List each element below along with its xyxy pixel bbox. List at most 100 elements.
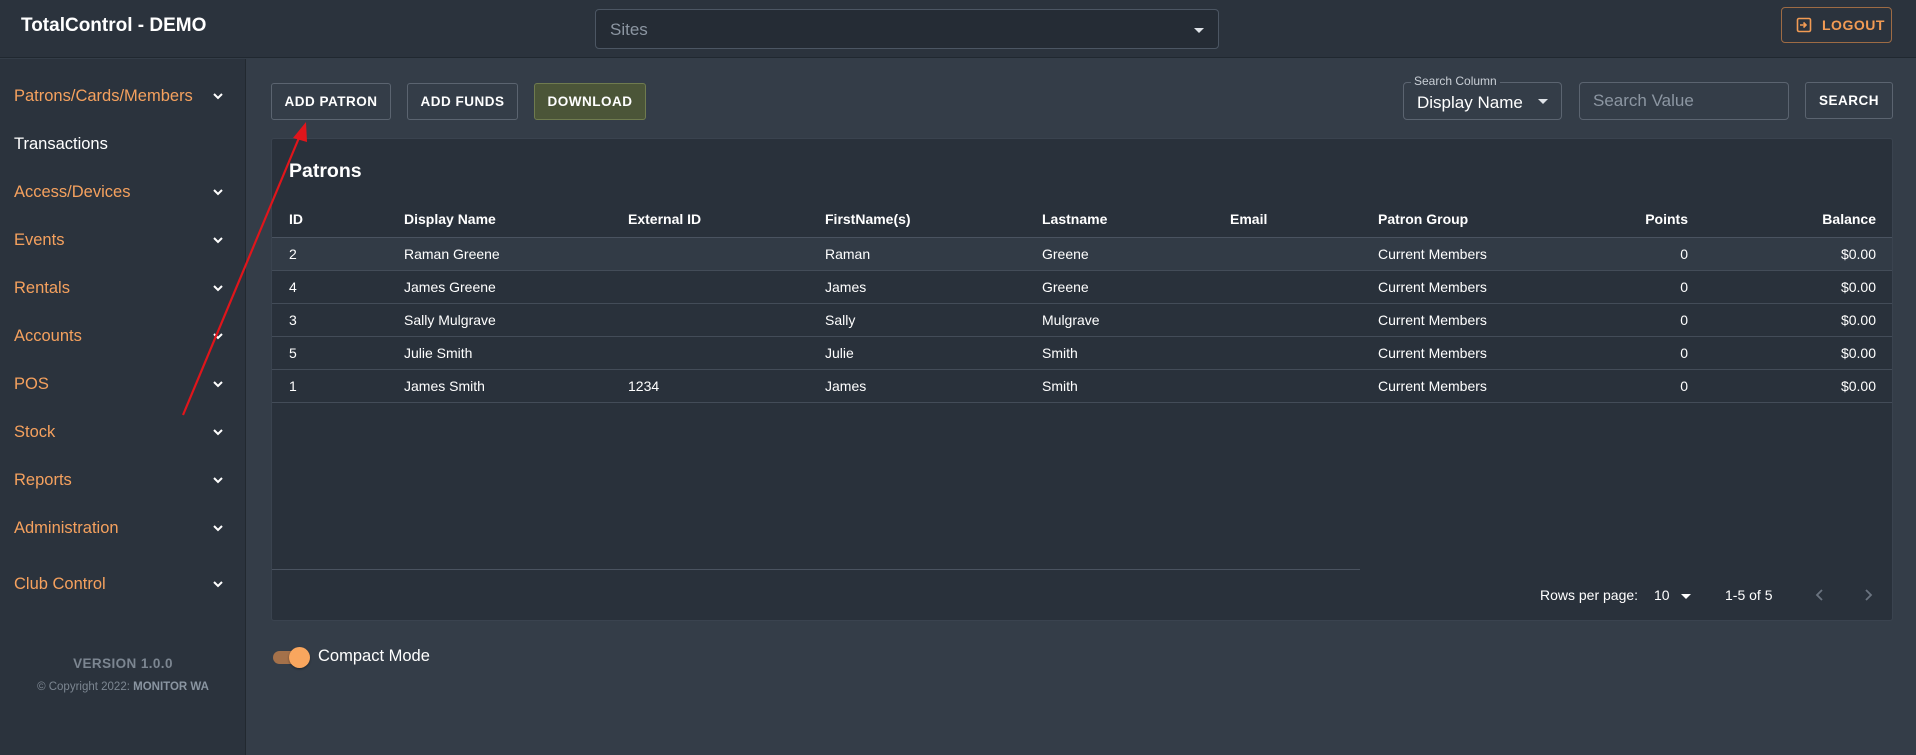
cell-lastname: Smith: [1042, 369, 1230, 403]
add-patron-button[interactable]: ADD PATRON: [271, 83, 391, 120]
sidebar: Patrons/Cards/Members Transactions Acces…: [0, 59, 246, 755]
cell-firstname: James: [825, 270, 1042, 304]
compact-mode-label: Compact Mode: [318, 647, 430, 665]
cell-id: 2: [272, 237, 404, 271]
top-bar: TotalControl - DEMO Sites LOGOUT: [0, 0, 1916, 58]
cell-id: 1: [272, 369, 404, 403]
cell-lastname: Greene: [1042, 270, 1230, 304]
cell-id: 4: [272, 270, 404, 304]
chevron-down-icon: [213, 429, 223, 436]
copyright-owner: MONITOR WA: [133, 681, 209, 693]
logout-button[interactable]: LOGOUT: [1781, 7, 1892, 43]
sidebar-item-accounts[interactable]: Accounts: [0, 317, 246, 357]
cell-patron-group: Current Members: [1378, 237, 1574, 271]
cell-external-id: 1234: [628, 369, 825, 403]
logout-icon: [1796, 17, 1812, 33]
version-text: VERSION 1.0.0: [73, 656, 173, 671]
cell-firstname: James: [825, 369, 1042, 403]
cell-email: [1230, 336, 1378, 370]
cell-id: 3: [272, 303, 404, 337]
cell-firstname: Sally: [825, 303, 1042, 337]
cell-firstname: Raman: [825, 237, 1042, 271]
patrons-title: Patrons: [289, 160, 362, 182]
sidebar-item-events[interactable]: Events: [0, 221, 246, 261]
add-funds-button[interactable]: ADD FUNDS: [407, 83, 518, 120]
column-header-patron-group[interactable]: Patron Group: [1378, 202, 1574, 238]
chevron-down-icon: [213, 237, 223, 244]
cell-points: 0: [1574, 270, 1688, 304]
cell-lastname: Smith: [1042, 336, 1230, 370]
cell-points: 0: [1574, 237, 1688, 271]
cell-lastname: Greene: [1042, 237, 1230, 271]
cell-patron-group: Current Members: [1378, 336, 1574, 370]
cell-email: [1230, 237, 1378, 271]
table-row[interactable]: 2 Raman Greene Raman Greene Current Memb…: [272, 237, 1892, 271]
chevron-right-icon[interactable]: [1861, 588, 1875, 602]
sidebar-item-patrons[interactable]: Patrons/Cards/Members: [0, 77, 246, 117]
search-column-label: Search Column: [1411, 74, 1500, 88]
column-header-balance[interactable]: Balance: [1688, 202, 1892, 238]
sidebar-item-rentals[interactable]: Rentals: [0, 269, 246, 309]
search-value-input[interactable]: [1579, 82, 1789, 120]
cell-display-name: James Greene: [404, 270, 628, 304]
sidebar-item-label: Access/Devices: [14, 183, 131, 201]
chevron-left-icon[interactable]: [1813, 588, 1827, 602]
chevron-down-icon: [213, 333, 223, 340]
table-row[interactable]: 4 James Greene James Greene Current Memb…: [272, 270, 1892, 304]
cell-balance: $0.00: [1688, 270, 1892, 304]
cell-points: 0: [1574, 369, 1688, 403]
sidebar-item-label: Transactions: [14, 135, 108, 153]
app-title: TotalControl - DEMO: [21, 15, 207, 36]
rows-per-page-label: Rows per page:: [1540, 587, 1639, 603]
chevron-down-icon: [213, 477, 223, 484]
sidebar-item-label: Events: [14, 231, 65, 249]
sidebar-item-label: Rentals: [14, 279, 70, 297]
sidebar-item-label: Accounts: [14, 327, 82, 345]
chevron-down-icon: [213, 189, 223, 196]
search-column-select[interactable]: Search Column Display Name: [1403, 74, 1562, 120]
column-header-email[interactable]: Email: [1230, 202, 1378, 238]
chevron-down-icon: [213, 525, 223, 532]
cell-external-id: [628, 303, 825, 337]
chevron-down-icon: [213, 581, 223, 588]
download-button[interactable]: DOWNLOAD: [534, 83, 646, 120]
cell-email: [1230, 303, 1378, 337]
caret-down-icon: [1538, 99, 1548, 104]
cell-balance: $0.00: [1688, 303, 1892, 337]
cell-patron-group: Current Members: [1378, 369, 1574, 403]
sidebar-item-access-devices[interactable]: Access/Devices: [0, 173, 246, 213]
table-row[interactable]: 5 Julie Smith Julie Smith Current Member…: [272, 336, 1892, 370]
search-button[interactable]: SEARCH: [1805, 82, 1893, 119]
cell-points: 0: [1574, 336, 1688, 370]
column-header-lastname[interactable]: Lastname: [1042, 202, 1230, 238]
column-header-firstname[interactable]: FirstName(s): [825, 202, 1042, 238]
cell-external-id: [628, 270, 825, 304]
sidebar-item-administration[interactable]: Administration: [0, 509, 246, 549]
toggle-knob: [289, 647, 310, 668]
sidebar-item-stock[interactable]: Stock: [0, 413, 246, 453]
horizontal-scrollbar[interactable]: [272, 569, 1360, 570]
cell-balance: $0.00: [1688, 369, 1892, 403]
pagination-range: 1-5 of 5: [1725, 587, 1773, 603]
column-header-external-id[interactable]: External ID: [628, 202, 825, 238]
sidebar-item-transactions[interactable]: Transactions: [0, 125, 246, 165]
patrons-card: Patrons ID Display Name External ID Firs…: [271, 138, 1893, 621]
column-header-display-name[interactable]: Display Name: [404, 202, 628, 238]
sidebar-item-pos[interactable]: POS: [0, 365, 246, 405]
table-row[interactable]: 1 James Smith 1234 James Smith Current M…: [272, 369, 1892, 403]
sidebar-item-label: Stock: [14, 423, 56, 441]
cell-patron-group: Current Members: [1378, 270, 1574, 304]
cell-balance: $0.00: [1688, 237, 1892, 271]
table-row[interactable]: 3 Sally Mulgrave Sally Mulgrave Current …: [272, 303, 1892, 337]
sites-select[interactable]: Sites: [595, 9, 1219, 49]
copyright-prefix: © Copyright 2022:: [37, 681, 130, 693]
rows-per-page-select[interactable]: 10: [1654, 587, 1670, 603]
column-header-points[interactable]: Points: [1574, 202, 1688, 238]
sidebar-item-club-control[interactable]: Club Control: [0, 565, 246, 605]
compact-mode-toggle[interactable]: [271, 647, 311, 668]
caret-down-icon: [1194, 28, 1204, 33]
column-header-id[interactable]: ID: [272, 202, 404, 238]
cell-firstname: Julie: [825, 336, 1042, 370]
sidebar-item-reports[interactable]: Reports: [0, 461, 246, 501]
sidebar-item-label: Reports: [14, 471, 72, 489]
